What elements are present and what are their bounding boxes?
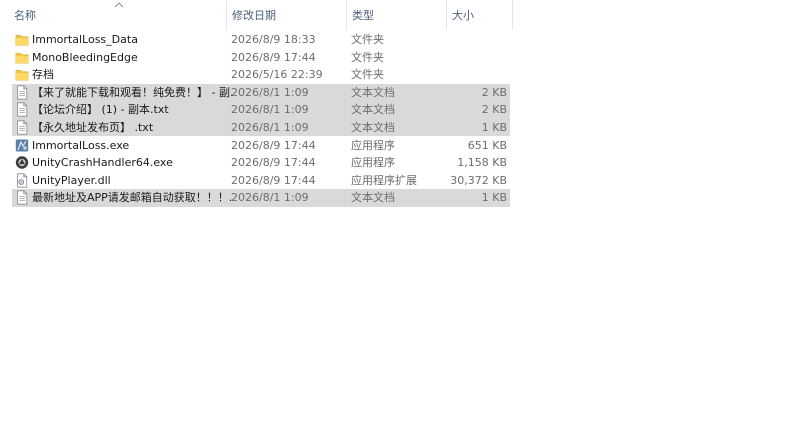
- file-date-modified: 2026/5/16 22:39: [231, 68, 323, 82]
- sort-ascending-icon: [114, 2, 124, 8]
- file-name: 【来了就能下载和观看！纯免费！】 - 副...: [32, 85, 232, 99]
- file-name: UnityPlayer.dll: [32, 173, 111, 187]
- text-file-icon: [15, 190, 29, 205]
- file-date-modified: 2026/8/9 17:44: [231, 173, 316, 187]
- dll-file-icon: [15, 173, 29, 188]
- file-size: 2 KB: [481, 85, 507, 99]
- file-date-modified: 2026/8/9 18:33: [231, 33, 316, 46]
- file-size: 1,158 KB: [457, 156, 507, 170]
- file-date-modified: 2026/8/1 1:09: [231, 103, 309, 117]
- file-row[interactable]: UnityCrashHandler64.exe 2026/8/9 17:44 应用程…: [12, 154, 510, 172]
- file-size: 1 KB: [481, 191, 507, 205]
- file-size: 2 KB: [481, 103, 507, 117]
- file-row[interactable]: 【论坛介绍】 (1) - 副本.txt 2026/8/1 1:09 文本文档 2 KB: [12, 101, 510, 119]
- file-name: UnityCrashHandler64.exe: [32, 156, 173, 170]
- column-divider[interactable]: [512, 0, 513, 30]
- file-date-modified: 2026/8/9 17:44: [231, 138, 316, 152]
- folder-icon: [15, 32, 29, 47]
- file-name: 【论坛介绍】 (1) - 副本.txt: [32, 103, 169, 117]
- file-size: [432, 66, 507, 84]
- file-date-modified: 2026/8/9 17:44: [231, 156, 316, 170]
- file-name: 最新地址及APP请发邮箱自动获取！！！...: [32, 191, 232, 205]
- game-exe-icon: [15, 138, 29, 153]
- text-file-icon: [15, 85, 29, 100]
- file-date-modified: 2026/8/1 1:09: [231, 85, 309, 99]
- text-file-icon: [15, 102, 29, 117]
- file-size: 1 KB: [481, 120, 507, 134]
- folder-icon: [15, 67, 29, 82]
- file-row[interactable]: 最新地址及APP请发邮箱自动获取！！！... 2026/8/1 1:09 文本文档 1…: [12, 189, 510, 207]
- column-header-type[interactable]: 类型: [346, 0, 446, 30]
- file-size: [432, 49, 507, 67]
- unity-exe-icon: [15, 155, 29, 170]
- text-file-icon: [15, 120, 29, 135]
- file-row[interactable]: UnityPlayer.dll 2026/8/9 17:44 应用程序扩展 30,37…: [12, 172, 510, 190]
- file-row[interactable]: 存档 2026/5/16 22:39 文件夹: [12, 66, 510, 84]
- file-date-modified: 2026/8/1 1:09: [231, 191, 309, 205]
- column-header-size[interactable]: 大小: [446, 0, 512, 30]
- folder-icon: [15, 50, 29, 65]
- file-size: [432, 31, 507, 49]
- file-name: 【永久地址发布页】 .txt: [32, 120, 154, 134]
- file-row[interactable]: 【来了就能下载和观看！纯免费！】 - 副... 2026/8/1 1:09 文本文档…: [12, 83, 510, 102]
- file-name: 存档: [32, 68, 54, 82]
- file-size: 30,372 KB: [450, 173, 507, 187]
- file-size: 651 KB: [467, 138, 507, 152]
- column-header-date[interactable]: 修改日期: [226, 0, 346, 30]
- file-row[interactable]: 【永久地址发布页】 .txt 2026/8/1 1:09 文本文档 1 KB: [12, 118, 510, 137]
- file-name: MonoBleedingEdge: [32, 50, 138, 64]
- file-date-modified: 2026/8/1 1:09: [231, 120, 309, 134]
- file-name: ImmortalLoss.exe: [32, 138, 130, 152]
- file-date-modified: 2026/8/9 17:44: [231, 50, 316, 64]
- file-row[interactable]: ImmortalLoss_Data 2026/8/9 18:33 文件夹: [12, 31, 510, 49]
- column-header: 名称 修改日期 类型 大小: [0, 0, 515, 30]
- file-row[interactable]: MonoBleedingEdge 2026/8/9 17:44 文件夹: [12, 49, 510, 67]
- file-name: ImmortalLoss_Data: [32, 33, 138, 46]
- file-row[interactable]: ImmortalLoss.exe 2026/8/9 17:44 应用程序 651 KB: [12, 137, 510, 155]
